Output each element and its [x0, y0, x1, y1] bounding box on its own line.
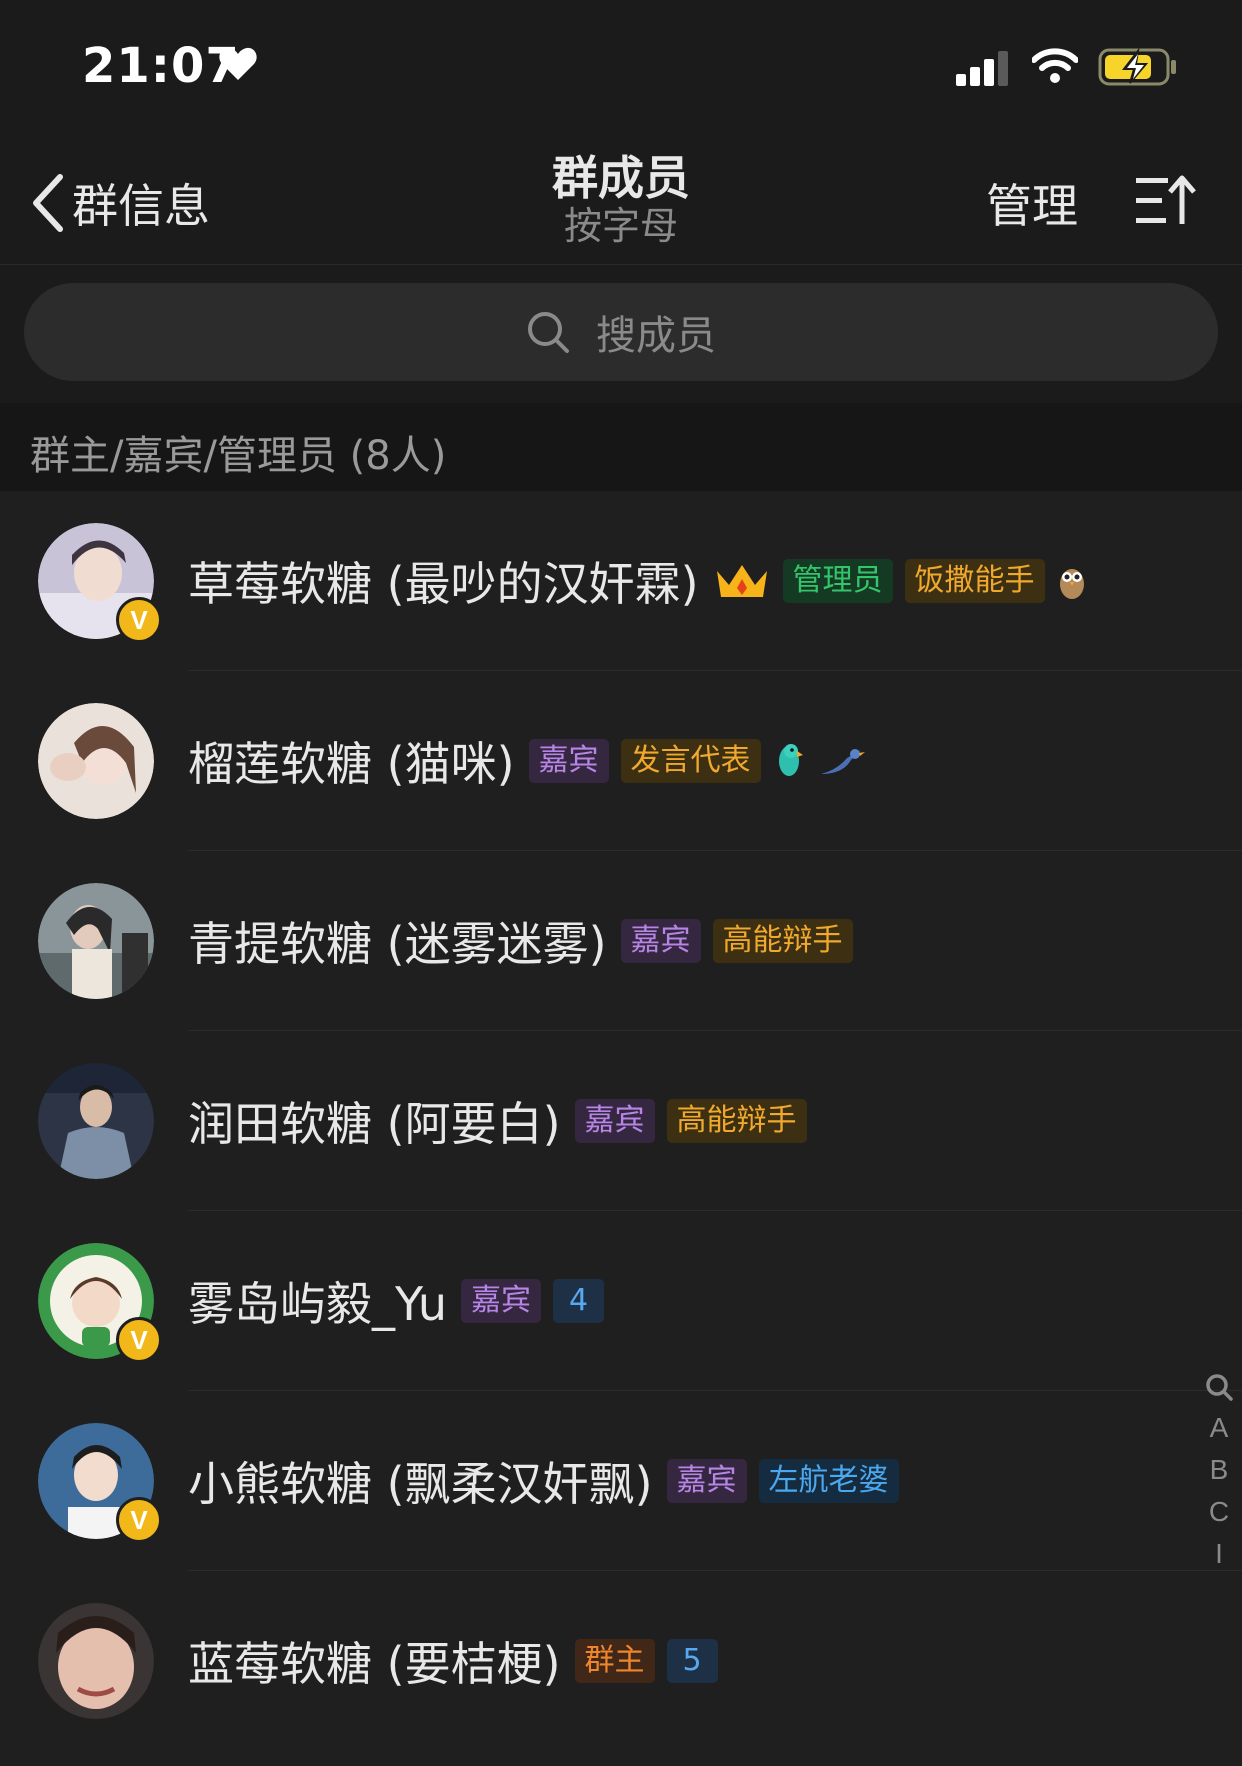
member-tag: 左航老婆: [758, 1459, 899, 1503]
verified-badge: V: [116, 1317, 162, 1363]
alphabet-index[interactable]: A B C I: [1204, 1372, 1234, 1575]
member-row[interactable]: 润田软糖 (阿要白) 嘉宾 高能辩手: [0, 1031, 1242, 1211]
member-tag: 嘉宾: [574, 1099, 655, 1143]
member-row[interactable]: 蓝莓软糖 (要桔梗) 群主 5: [0, 1571, 1242, 1751]
avatar[interactable]: V: [38, 523, 162, 643]
owl-icon: [1059, 569, 1084, 599]
sort-icon[interactable]: [1134, 174, 1196, 226]
status-bar: 21:07: [0, 0, 1242, 130]
cellular-signal-icon: [956, 51, 1008, 86]
member-tag: 群主: [574, 1639, 655, 1683]
index-letter[interactable]: A: [1204, 1407, 1234, 1449]
verified-badge: V: [116, 1497, 162, 1543]
member-level-tag: 4: [552, 1279, 605, 1323]
member-tag: 管理员: [782, 559, 893, 603]
avatar[interactable]: [38, 883, 154, 999]
section-header: 群主/嘉宾/管理员 (8人): [0, 403, 1242, 491]
member-row[interactable]: V 小熊软糖 (飘柔汉奸飘) 嘉宾 左航老婆: [0, 1391, 1242, 1571]
member-row[interactable]: V 草莓软糖 (最吵的汉奸霖) 管理员 饭撒能手: [0, 491, 1242, 671]
member-tag: 嘉宾: [620, 919, 701, 963]
search-placeholder: 搜成员: [596, 313, 716, 359]
member-name: 润田软糖 (阿要白): [188, 1097, 561, 1151]
member-tag: 嘉宾: [460, 1279, 541, 1323]
section-title: 群主/嘉宾/管理员 (8人): [30, 433, 447, 479]
search-input[interactable]: 搜成员: [24, 283, 1218, 381]
member-tag: 高能辩手: [666, 1099, 807, 1143]
manage-button[interactable]: 管理: [986, 170, 1078, 236]
member-name: 蓝莓软糖 (要桔梗): [188, 1637, 561, 1691]
navigation-bar: 群信息 群成员 按字母 管理: [0, 130, 1242, 265]
member-row[interactable]: 青提软糖 (迷雾迷雾) 嘉宾 高能辩手: [0, 851, 1242, 1031]
member-tag: 嘉宾: [666, 1459, 747, 1503]
crown-icon: [716, 565, 767, 597]
index-letter[interactable]: C: [1204, 1491, 1234, 1533]
wifi-icon: [1032, 48, 1078, 83]
avatar[interactable]: V: [38, 1243, 162, 1363]
index-search-icon[interactable]: [1204, 1372, 1234, 1402]
member-name: 榴莲软糖 (猫咪): [188, 737, 515, 791]
index-letter[interactable]: B: [1204, 1449, 1234, 1491]
battery-charging-icon: [1098, 47, 1176, 86]
member-name: 草莓软糖 (最吵的汉奸霖): [188, 557, 699, 611]
avatar[interactable]: [38, 1603, 154, 1719]
member-row[interactable]: 榴莲软糖 (猫咪) 嘉宾 发言代表: [0, 671, 1242, 851]
heart-icon: [219, 47, 257, 80]
member-name: 小熊软糖 (飘柔汉奸飘): [188, 1457, 653, 1511]
avatar[interactable]: [38, 703, 154, 819]
member-tag: 高能辩手: [712, 919, 853, 963]
member-level-tag: 5: [666, 1639, 718, 1683]
member-list: V 草莓软糖 (最吵的汉奸霖) 管理员 饭撒能手 榴莲软糖 (猫咪) 嘉宾 发言…: [0, 491, 1242, 1751]
index-letter[interactable]: I: [1204, 1533, 1234, 1575]
member-tag: 饭撒能手: [904, 559, 1045, 603]
bird-icon: [820, 749, 865, 774]
avatar[interactable]: V: [38, 1423, 162, 1543]
search-icon: [528, 312, 569, 353]
verified-badge: V: [116, 597, 162, 643]
member-tag: 嘉宾: [528, 739, 609, 783]
avatar[interactable]: [38, 1063, 154, 1179]
status-time: 21:07: [82, 38, 240, 94]
search-area: 搜成员: [0, 265, 1242, 403]
parrot-icon: [778, 744, 803, 776]
member-name: 雾岛屿毅_Yu: [188, 1277, 447, 1331]
member-row[interactable]: V 雾岛屿毅_Yu 嘉宾 4: [0, 1211, 1242, 1391]
member-tag: 发言代表: [620, 739, 761, 783]
member-name: 青提软糖 (迷雾迷雾): [188, 917, 607, 971]
